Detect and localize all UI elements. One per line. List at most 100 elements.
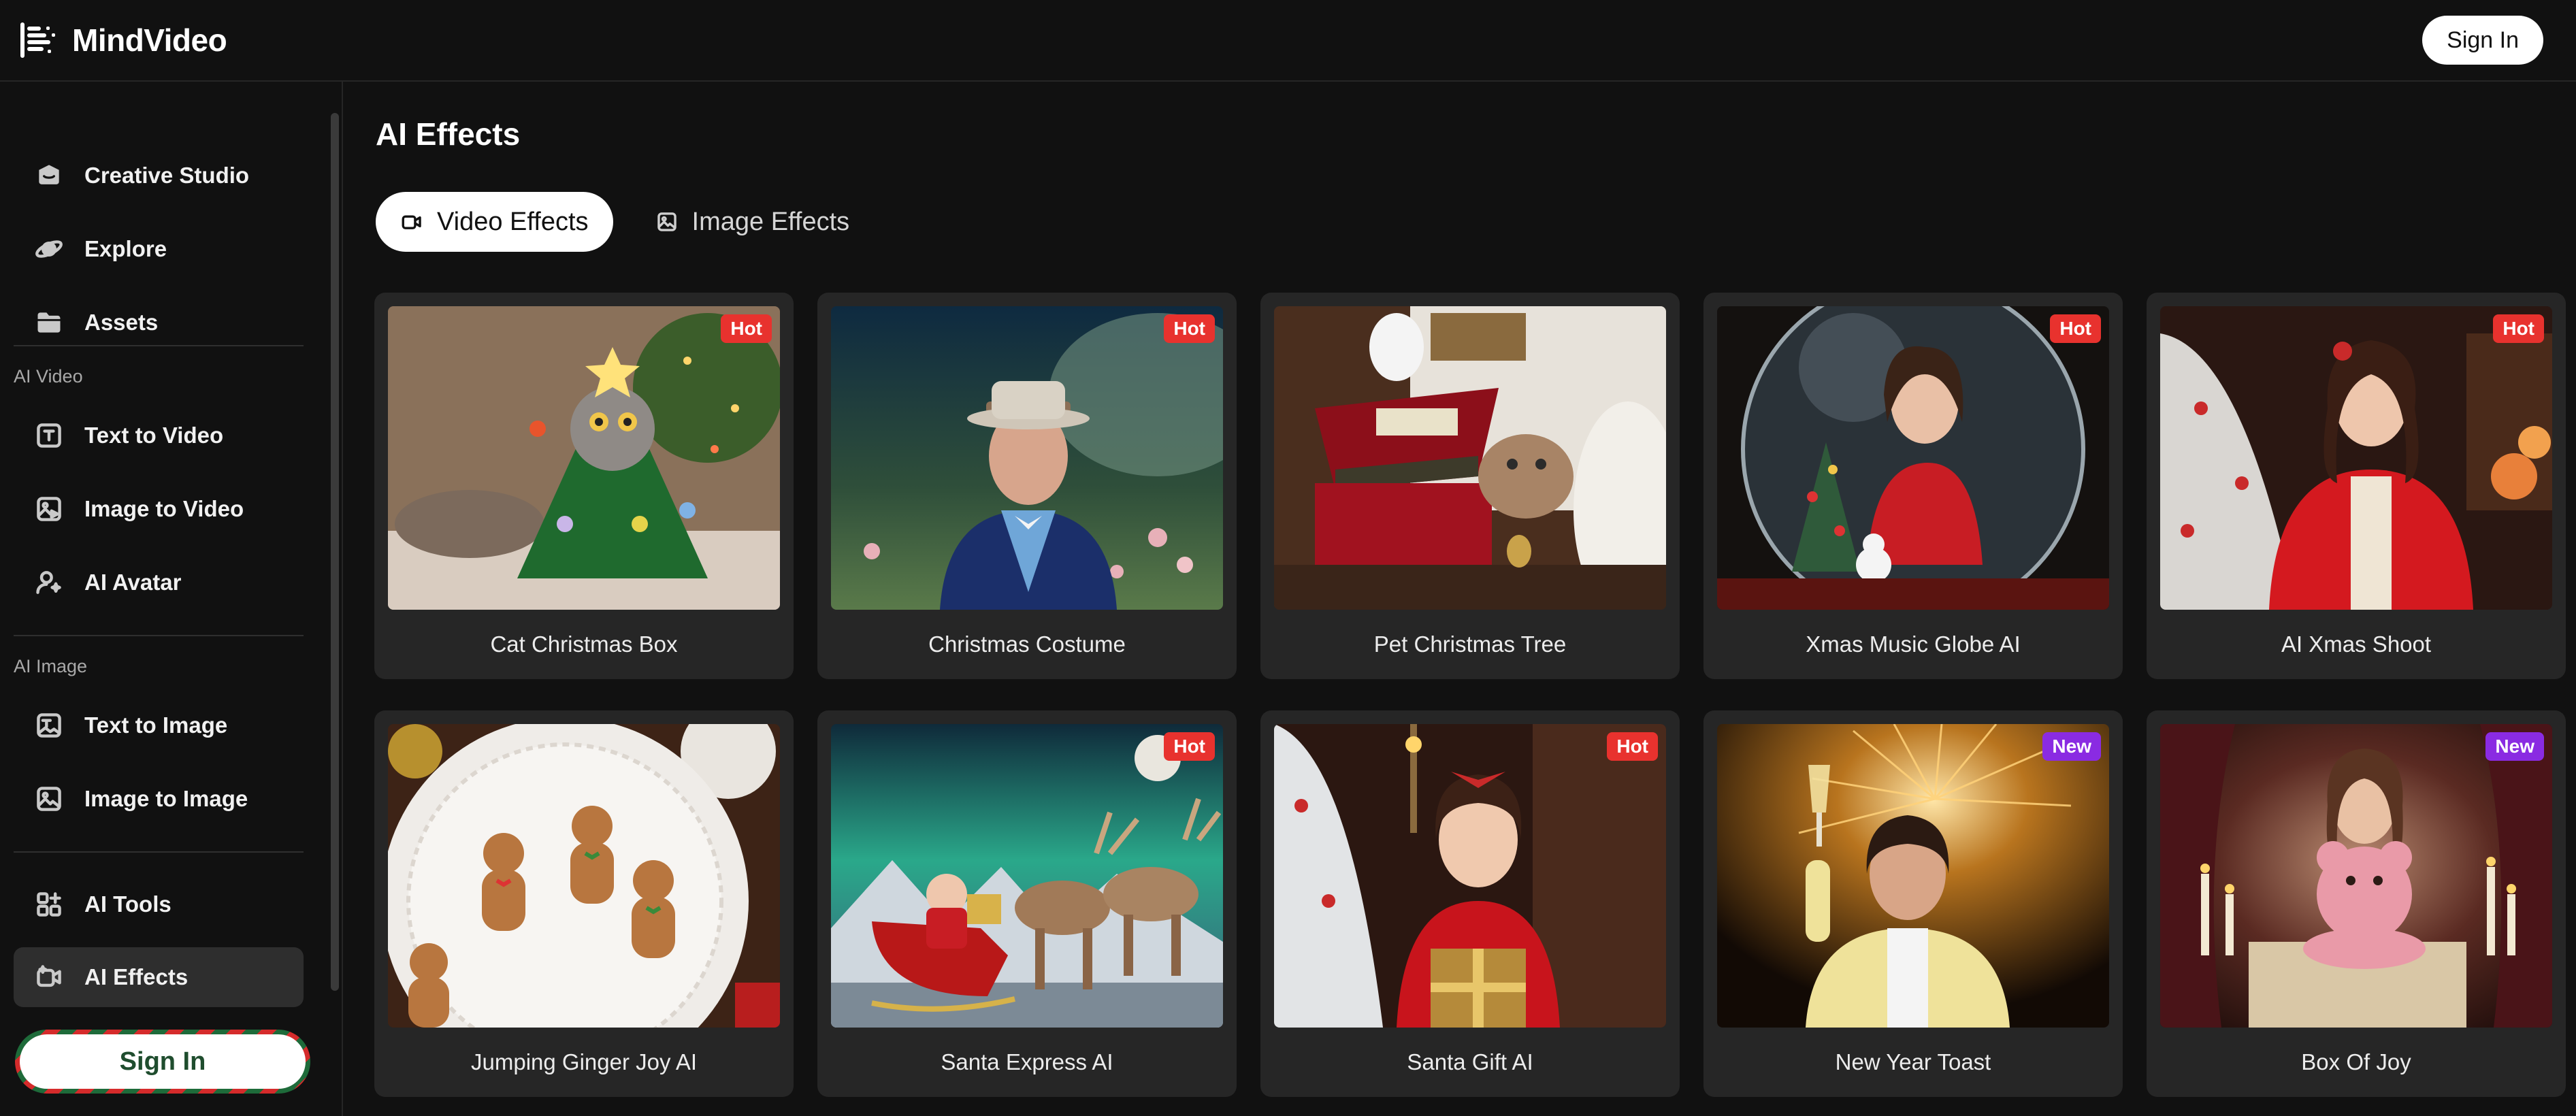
effect-thumbnail: Hot <box>831 306 1223 610</box>
page-title: AI Effects <box>376 116 521 152</box>
woman-toasting-fireworks-illustration <box>1717 724 2109 1028</box>
effect-thumbnail: New <box>2160 724 2552 1028</box>
sidebar-item-label: AI Tools <box>84 891 172 917</box>
effect-card-xmas-music-globe-ai[interactable]: Hot Xmas Music Globe AI <box>1703 293 2123 679</box>
effect-title: AI Xmas Shoot <box>2281 631 2432 657</box>
header-sign-in-button[interactable]: Sign In <box>2422 16 2543 65</box>
effect-title: Xmas Music Globe AI <box>1806 631 2021 657</box>
effect-card-christmas-costume[interactable]: Hot Christmas Costume <box>817 293 1237 679</box>
avatar-icon <box>36 571 61 594</box>
sidebar-divider <box>14 345 304 346</box>
effect-title: Jumping Ginger Joy AI <box>471 1049 697 1074</box>
sidebar-item-image-to-video[interactable]: Image to Video <box>14 479 304 539</box>
sidebar-item-label: Image to Image <box>84 786 248 811</box>
video-effects-icon <box>402 215 421 229</box>
sidebar-divider <box>14 851 304 853</box>
sidebar-group-ai-video: AI Video <box>14 366 83 387</box>
sidebar-item-label: Image to Video <box>84 496 244 521</box>
effect-card-jumping-ginger-joy-ai[interactable]: Jumping Ginger Joy AI <box>374 710 794 1097</box>
effect-card-new-year-toast[interactable]: New New Year Toast <box>1703 710 2123 1097</box>
tab-image-effects[interactable]: Image Effects <box>631 192 875 252</box>
effect-card-santa-gift-ai[interactable]: Hot Santa Gift AI <box>1260 710 1680 1097</box>
image-to-image-icon <box>37 787 61 811</box>
effect-thumbnail: Hot <box>388 306 780 610</box>
sidebar-item-image-to-image[interactable]: Image to Image <box>14 769 304 829</box>
effects-tabs: Video Effects Image Effects <box>376 192 874 252</box>
sidebar-item-label: Text to Video <box>84 423 224 448</box>
effect-thumbnail <box>388 724 780 1028</box>
effect-thumbnail <box>1274 306 1666 610</box>
sidebar-item-assets[interactable]: Assets <box>14 293 304 352</box>
image-effects-icon <box>657 212 676 231</box>
sidebar-group-ai-image: AI Image <box>14 656 88 676</box>
sidebar-item-label: Text to Image <box>84 712 228 738</box>
effect-card-pet-christmas-tree[interactable]: Pet Christmas Tree <box>1260 293 1680 679</box>
effect-thumbnail: Hot <box>1717 306 2109 610</box>
cat-christmas-tree-illustration <box>388 306 780 610</box>
effects-grid: Hot Cat Christmas Box Hot Christmas Cost… <box>374 293 2566 1097</box>
text-to-image-icon <box>37 713 61 738</box>
sidebar-sign-in-label: Sign In <box>20 1034 306 1089</box>
effect-thumbnail: New <box>1717 724 2109 1028</box>
effect-badge-hot: Hot <box>2050 314 2101 343</box>
effect-title: Cat Christmas Box <box>490 631 678 657</box>
tab-label: Video Effects <box>437 207 589 236</box>
tab-video-effects[interactable]: Video Effects <box>376 192 613 252</box>
main-content: AI Effects Video Effects Image Effects H… <box>343 82 2576 1116</box>
tab-label: Image Effects <box>691 207 850 236</box>
girl-with-teddy-bear-illustration <box>2160 724 2552 1028</box>
cat-in-red-box-illustration <box>1274 306 1666 610</box>
effect-badge-hot: Hot <box>1164 732 1215 761</box>
old-man-in-hat-illustration <box>831 306 1223 610</box>
girl-with-gift-illustration <box>1274 724 1666 1028</box>
effect-title: Pet Christmas Tree <box>1373 631 1567 657</box>
effect-badge-hot: Hot <box>1164 314 1215 343</box>
girl-red-cardigan-illustration <box>2160 306 2552 610</box>
effect-title: New Year Toast <box>1835 1049 1991 1074</box>
sidebar-item-label: Assets <box>84 310 159 335</box>
sidebar-item-label: AI Avatar <box>84 570 182 595</box>
effect-thumbnail: Hot <box>831 724 1223 1028</box>
sidebar-scrollbar[interactable] <box>331 113 339 991</box>
effect-badge-hot: Hot <box>2493 314 2544 343</box>
effect-badge-new: New <box>2042 732 2101 761</box>
effect-badge-hot: Hot <box>721 314 772 343</box>
text-to-video-icon <box>37 423 61 448</box>
sidebar-item-ai-tools[interactable]: AI Tools <box>14 874 304 934</box>
effect-title: Christmas Costume <box>928 631 1126 657</box>
sidebar-divider <box>14 635 304 636</box>
effects-icon <box>37 965 61 987</box>
folder-icon <box>37 312 61 333</box>
sidebar-item-label: AI Effects <box>84 964 189 989</box>
top-bar: MindVideo Sign In <box>0 0 2576 82</box>
sidebar: Creative Studio Explore Assets AI Video … <box>0 82 343 1116</box>
brand[interactable]: MindVideo <box>16 18 227 62</box>
effect-title: Santa Gift AI <box>1407 1049 1533 1074</box>
sidebar-item-label: Explore <box>84 236 167 261</box>
sidebar-item-explore[interactable]: Explore <box>14 219 304 279</box>
effect-card-ai-xmas-shoot[interactable]: Hot AI Xmas Shoot <box>2147 293 2566 679</box>
sidebar-item-label: Creative Studio <box>84 163 250 188</box>
effect-card-cat-christmas-box[interactable]: Hot Cat Christmas Box <box>374 293 794 679</box>
effect-card-santa-express-ai[interactable]: Hot Santa Express AI <box>817 710 1237 1097</box>
sidebar-item-ai-avatar[interactable]: AI Avatar <box>14 553 304 612</box>
sleigh-reindeer-illustration <box>831 724 1223 1028</box>
studio-icon <box>39 165 59 184</box>
effect-title: Box Of Joy <box>2301 1049 2411 1074</box>
sidebar-item-creative-studio[interactable]: Creative Studio <box>14 146 304 206</box>
effect-card-box-of-joy[interactable]: New Box Of Joy <box>2147 710 2566 1097</box>
tools-grid-icon <box>37 892 61 917</box>
snow-globe-girl-illustration <box>1717 306 2109 610</box>
sidebar-item-text-to-image[interactable]: Text to Image <box>14 695 304 755</box>
sidebar-item-text-to-video[interactable]: Text to Video <box>14 406 304 465</box>
brand-name: MindVideo <box>72 22 227 58</box>
effect-thumbnail: Hot <box>1274 724 1666 1028</box>
sidebar-sign-in-button[interactable]: Sign In <box>15 1030 310 1094</box>
image-to-video-icon <box>37 497 61 521</box>
gingerbread-cookies-illustration <box>388 724 780 1028</box>
effect-thumbnail: Hot <box>2160 306 2552 610</box>
effect-badge-new: New <box>2485 732 2544 761</box>
brand-logo-icon <box>20 22 55 58</box>
sidebar-item-ai-effects[interactable]: AI Effects <box>14 947 304 1007</box>
effect-title: Santa Express AI <box>941 1049 1113 1074</box>
